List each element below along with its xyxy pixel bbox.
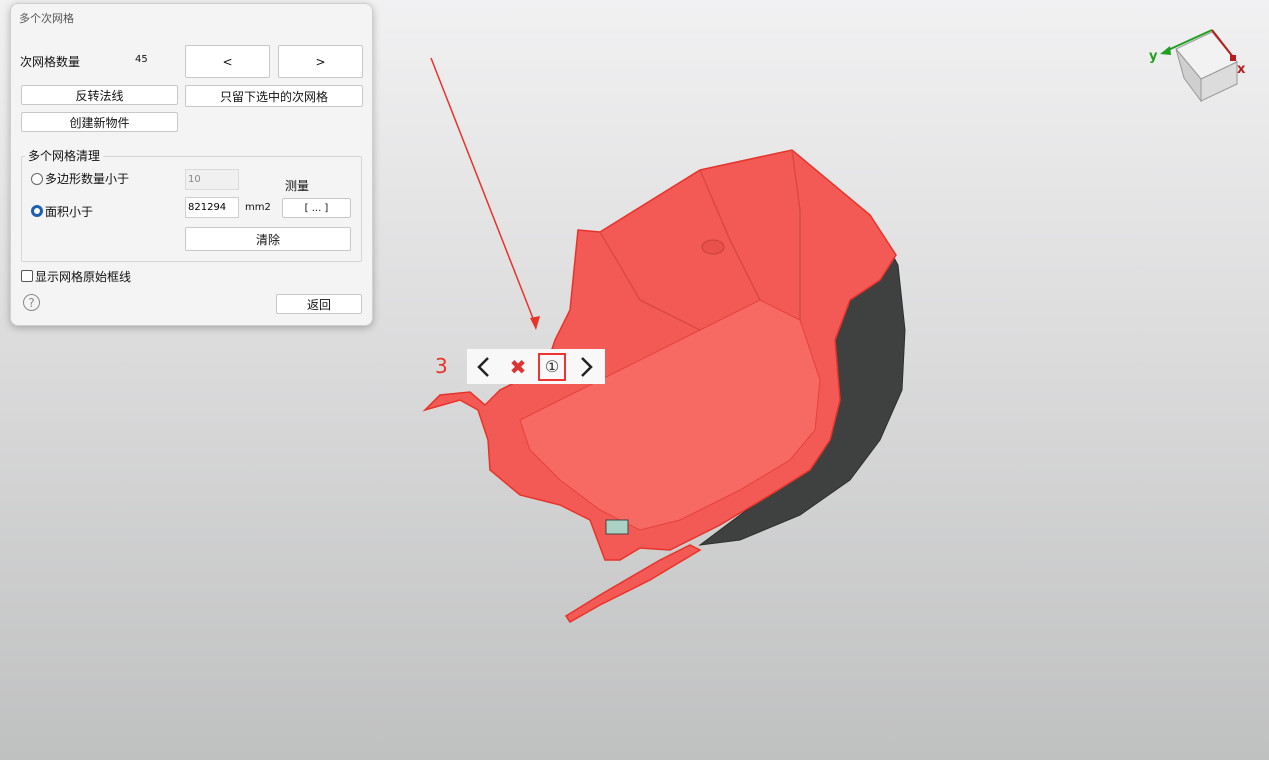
delete-glyph: ✖ (509, 354, 527, 379)
dialog-title: 多个次网格 (19, 12, 74, 25)
help-icon[interactable]: ? (23, 294, 40, 311)
axis-x-label: x (1237, 62, 1246, 77)
submesh-index-icon: ① (538, 352, 566, 381)
mesh-hole (701, 239, 725, 255)
submesh-count-label: 次网格数量 (20, 55, 81, 69)
area-input[interactable] (185, 197, 239, 218)
polygon-count-input[interactable] (185, 169, 239, 190)
area-radio[interactable] (31, 205, 43, 217)
create-new-object-button[interactable]: 创建新物件 (21, 112, 178, 132)
polygon-count-radio[interactable] (31, 173, 43, 185)
mesh-bottom-flap (564, 544, 702, 623)
submesh-index-button[interactable]: ① (535, 349, 569, 384)
prev-submesh-button[interactable]: < (185, 45, 270, 78)
area-label: 面积小于 (45, 205, 94, 219)
submesh-count-indicator: 3 (435, 354, 448, 378)
area-unit: mm2 (245, 202, 271, 213)
keep-selected-submesh-button[interactable]: 只留下选中的次网格 (185, 85, 363, 107)
next-submesh-button[interactable]: > (278, 45, 363, 78)
measure-button[interactable]: [ ... ] (282, 198, 351, 218)
next-submesh-icon[interactable] (569, 349, 603, 384)
measure-label: 测量 (285, 179, 310, 193)
back-button[interactable]: 返回 (276, 294, 362, 314)
annotation-arrow (430, 57, 537, 327)
cleanup-group-title: 多个网格清理 (25, 147, 104, 164)
annotation-arrowhead (530, 316, 540, 330)
delete-submesh-icon[interactable]: ✖ (501, 349, 535, 384)
polygon-count-label: 多边形数量小于 (45, 172, 130, 186)
axis-y-label: y (1149, 49, 1158, 64)
clear-button[interactable]: 清除 (185, 227, 351, 251)
submesh-count-value: 45 (135, 54, 148, 65)
show-wireframe-label: 显示网格原始框线 (35, 270, 132, 284)
show-wireframe-checkbox[interactable] (21, 270, 33, 282)
mesh-bracket (605, 519, 629, 535)
flip-normals-button[interactable]: 反转法线 (21, 85, 178, 105)
axis-gizmo-cube (1160, 29, 1238, 103)
prev-submesh-icon[interactable] (467, 349, 501, 384)
multiple-submeshes-dialog: 多个次网格 次网格数量 45 < > 反转法线 只留下选中的次网格 创建新物件 … (10, 3, 373, 326)
submesh-navigator: ✖ ① (467, 349, 605, 384)
